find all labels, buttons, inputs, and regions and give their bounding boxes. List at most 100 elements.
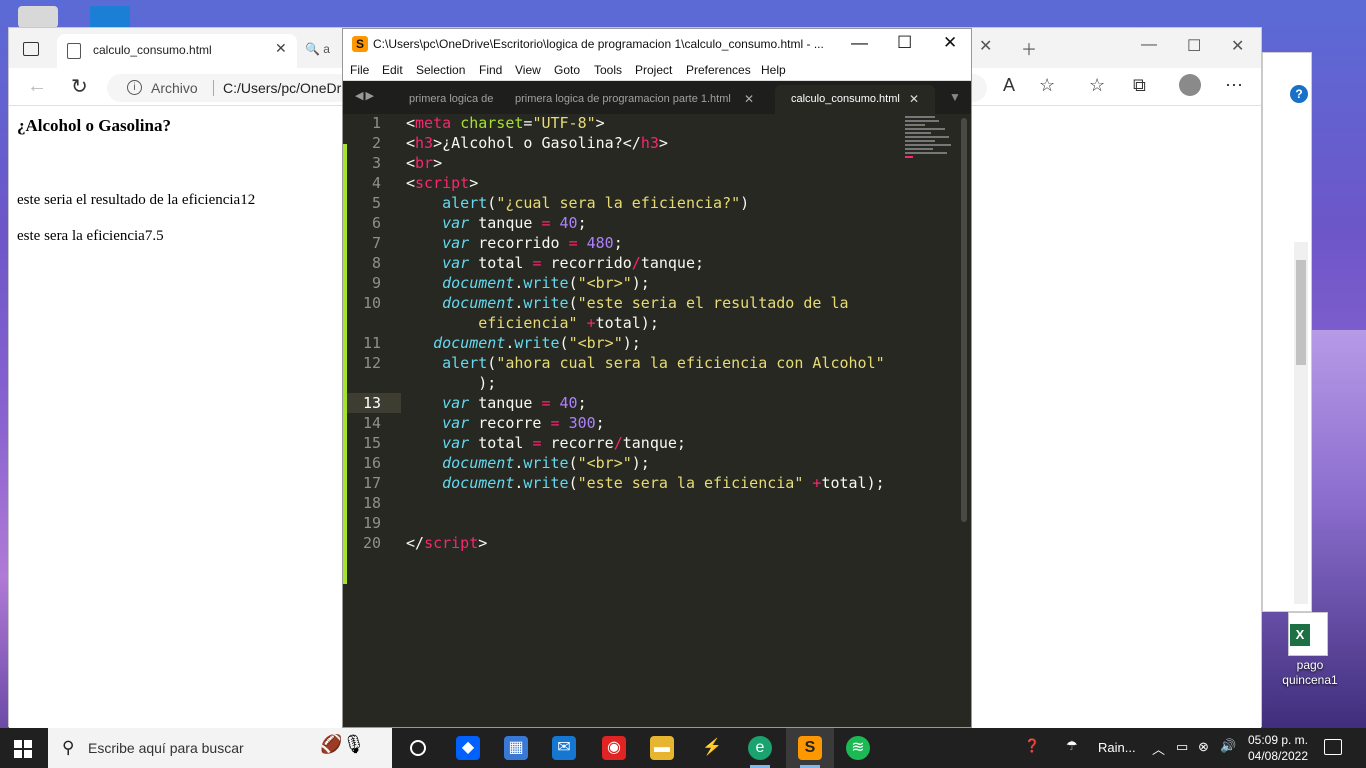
excel-file-label[interactable]: pago quincena1 xyxy=(1270,658,1350,688)
mail-icon[interactable]: ✉ xyxy=(540,728,588,768)
minimap[interactable] xyxy=(905,116,955,160)
close-window-icon[interactable]: ✕ xyxy=(1231,36,1244,56)
line-number: 11 xyxy=(362,334,381,352)
collections-icon[interactable]: ⧉ xyxy=(1133,75,1146,96)
favorites-icon[interactable]: ☆ xyxy=(1089,75,1105,96)
menu-edit[interactable]: Edit xyxy=(382,63,403,77)
code-line[interactable]: alert("ahora cual sera la eficiencia con… xyxy=(406,354,885,372)
minimize-icon[interactable]: — xyxy=(851,33,868,53)
desktop-app-icon[interactable] xyxy=(90,6,130,28)
help-icon[interactable]: ? xyxy=(1290,85,1308,103)
line-number: 14 xyxy=(362,414,381,432)
code-line[interactable]: document.write("<br>"); xyxy=(406,334,641,352)
code-line[interactable]: <meta charset="UTF-8"> xyxy=(406,114,605,132)
network-icon[interactable]: ⊗ xyxy=(1198,739,1209,768)
close-tab-icon[interactable]: ✕ xyxy=(275,40,287,57)
address-path[interactable]: C:/Users/pc/OneDri xyxy=(223,80,344,96)
code-line[interactable]: var total = recorrido/tanque; xyxy=(406,254,704,272)
menu-goto[interactable]: Goto xyxy=(554,63,580,77)
app-red-icon[interactable]: ◉ xyxy=(590,728,638,768)
menu-view[interactable]: View xyxy=(515,63,541,77)
menu-tools[interactable]: Tools xyxy=(594,63,622,77)
menu-file[interactable]: File xyxy=(350,63,369,77)
more-options-icon[interactable]: ⋯ xyxy=(1225,75,1243,96)
code-line[interactable]: <h3>¿Alcohol o Gasolina?</h3> xyxy=(406,134,668,152)
workspaces-icon[interactable] xyxy=(23,42,39,56)
recycle-bin-icon[interactable] xyxy=(18,6,58,28)
code-line[interactable]: ); xyxy=(406,374,496,392)
editor-tab-bar: ◀▶ primera logica de ’ primera logica de… xyxy=(343,81,971,114)
weather-text[interactable]: Rain... xyxy=(1098,740,1136,768)
code-line[interactable]: </script> xyxy=(406,534,487,552)
code-line[interactable]: var recorre = 300; xyxy=(406,414,605,432)
line-number: 6 xyxy=(371,214,381,232)
windows-start-icon[interactable] xyxy=(14,740,32,758)
chevron-up-icon[interactable]: ︿ xyxy=(1152,739,1165,768)
taskbar-search[interactable]: ⚲ Escribe aquí para buscar 🏈🎙 xyxy=(48,728,392,768)
address-scheme-label: Archivo xyxy=(151,80,198,96)
minimize-icon[interactable]: — xyxy=(1141,36,1157,54)
menu-help[interactable]: Help xyxy=(761,63,786,77)
close-tab-icon[interactable]: ✕ xyxy=(909,92,919,106)
info-icon[interactable]: i xyxy=(127,80,142,95)
spotify-icon[interactable]: ≋ xyxy=(834,728,882,768)
taskbar: ⚲ Escribe aquí para buscar 🏈🎙 ◆ ▦ ✉ ◉ ▬ … xyxy=(0,728,1366,768)
search-placeholder: Escribe aquí para buscar xyxy=(88,740,244,756)
maximize-icon[interactable]: ☐ xyxy=(897,33,912,53)
store-icon[interactable]: ▦ xyxy=(492,728,540,768)
address-separator xyxy=(213,80,214,96)
read-aloud-icon[interactable]: A xyxy=(1003,75,1015,96)
profile-avatar[interactable] xyxy=(1179,74,1201,96)
tab-nav-arrows-icon[interactable]: ◀▶ xyxy=(355,89,376,102)
menu-find[interactable]: Find xyxy=(479,63,502,77)
code-line[interactable]: document.write("<br>"); xyxy=(406,274,650,292)
line-number: 7 xyxy=(371,234,381,252)
battery-icon[interactable]: ▭ xyxy=(1176,739,1188,768)
code-line[interactable]: document.write("<br>"); xyxy=(406,454,650,472)
code-line[interactable]: var recorrido = 480; xyxy=(406,234,623,252)
tab-dropdown-icon[interactable]: ▼ xyxy=(949,90,961,104)
maximize-icon[interactable]: ☐ xyxy=(1187,36,1201,56)
code-line[interactable]: <br> xyxy=(406,154,442,172)
file-icon xyxy=(67,43,81,59)
sublime-text-taskbar-icon[interactable]: S xyxy=(786,728,834,768)
task-view-icon[interactable] xyxy=(394,728,442,768)
code-line[interactable]: var tanque = 40; xyxy=(406,214,587,232)
scrollbar-thumb[interactable] xyxy=(1296,260,1306,365)
code-line[interactable]: var total = recorre/tanque; xyxy=(406,434,686,452)
notifications-icon[interactable] xyxy=(1324,739,1342,755)
new-tab-icon[interactable]: ＋ xyxy=(1021,36,1037,60)
vscode-like-icon[interactable]: ⚡ xyxy=(688,728,736,768)
code-line[interactable]: eficiencia" +total); xyxy=(406,314,659,332)
back-icon[interactable]: ← xyxy=(27,75,47,98)
code-line[interactable]: var tanque = 40; xyxy=(406,394,587,412)
browser-tab-2[interactable]: 🔍 a xyxy=(305,42,330,56)
browser-tab-active[interactable]: calculo_consumo.html ✕ xyxy=(57,34,297,68)
line-number: 10 xyxy=(362,294,381,312)
editor-scrollbar[interactable] xyxy=(961,118,967,522)
code-line[interactable]: alert("¿cual sera la eficiencia?") xyxy=(406,194,749,212)
volume-icon[interactable]: 🔊 xyxy=(1220,738,1236,768)
editor-tab-2[interactable]: primera logica de programacion parte 1.h… xyxy=(507,85,737,114)
editor-tab-1[interactable]: primera logica de ’ xyxy=(401,85,497,114)
line-number: 17 xyxy=(362,474,381,492)
add-favorite-icon[interactable]: ☆ xyxy=(1039,75,1055,96)
close-tab-icon[interactable]: ✕ xyxy=(744,92,754,106)
code-line[interactable]: document.write("este seria el resultado … xyxy=(406,294,848,312)
weather-icon[interactable]: ☂ xyxy=(1066,738,1078,768)
code-line[interactable]: <script> xyxy=(406,174,478,192)
menu-project[interactable]: Project xyxy=(635,63,672,77)
reload-icon[interactable]: ↻ xyxy=(71,74,88,99)
code-editor[interactable]: 1 2 3 4 5 6 7 8 9 10 11 12 13 14 15 16 1… xyxy=(343,114,971,727)
file-explorer-icon[interactable]: ▬ xyxy=(638,728,686,768)
clock[interactable]: 05:09 p. m. 04/08/2022 xyxy=(1246,732,1310,764)
code-line[interactable]: document.write("este sera la eficiencia"… xyxy=(406,474,885,492)
edge-icon[interactable]: e xyxy=(736,728,784,768)
menu-preferences[interactable]: Preferences xyxy=(686,63,751,77)
window-title: C:\Users\pc\OneDrive\Escritorio\logica d… xyxy=(373,37,824,51)
menu-selection[interactable]: Selection xyxy=(416,63,465,77)
menu-bar: File Edit Selection Find View Goto Tools… xyxy=(343,60,971,81)
help-tray-icon[interactable]: ❓ xyxy=(1024,738,1040,768)
dropbox-icon[interactable]: ◆ xyxy=(444,728,492,768)
close-window-icon[interactable]: ✕ xyxy=(943,33,957,53)
